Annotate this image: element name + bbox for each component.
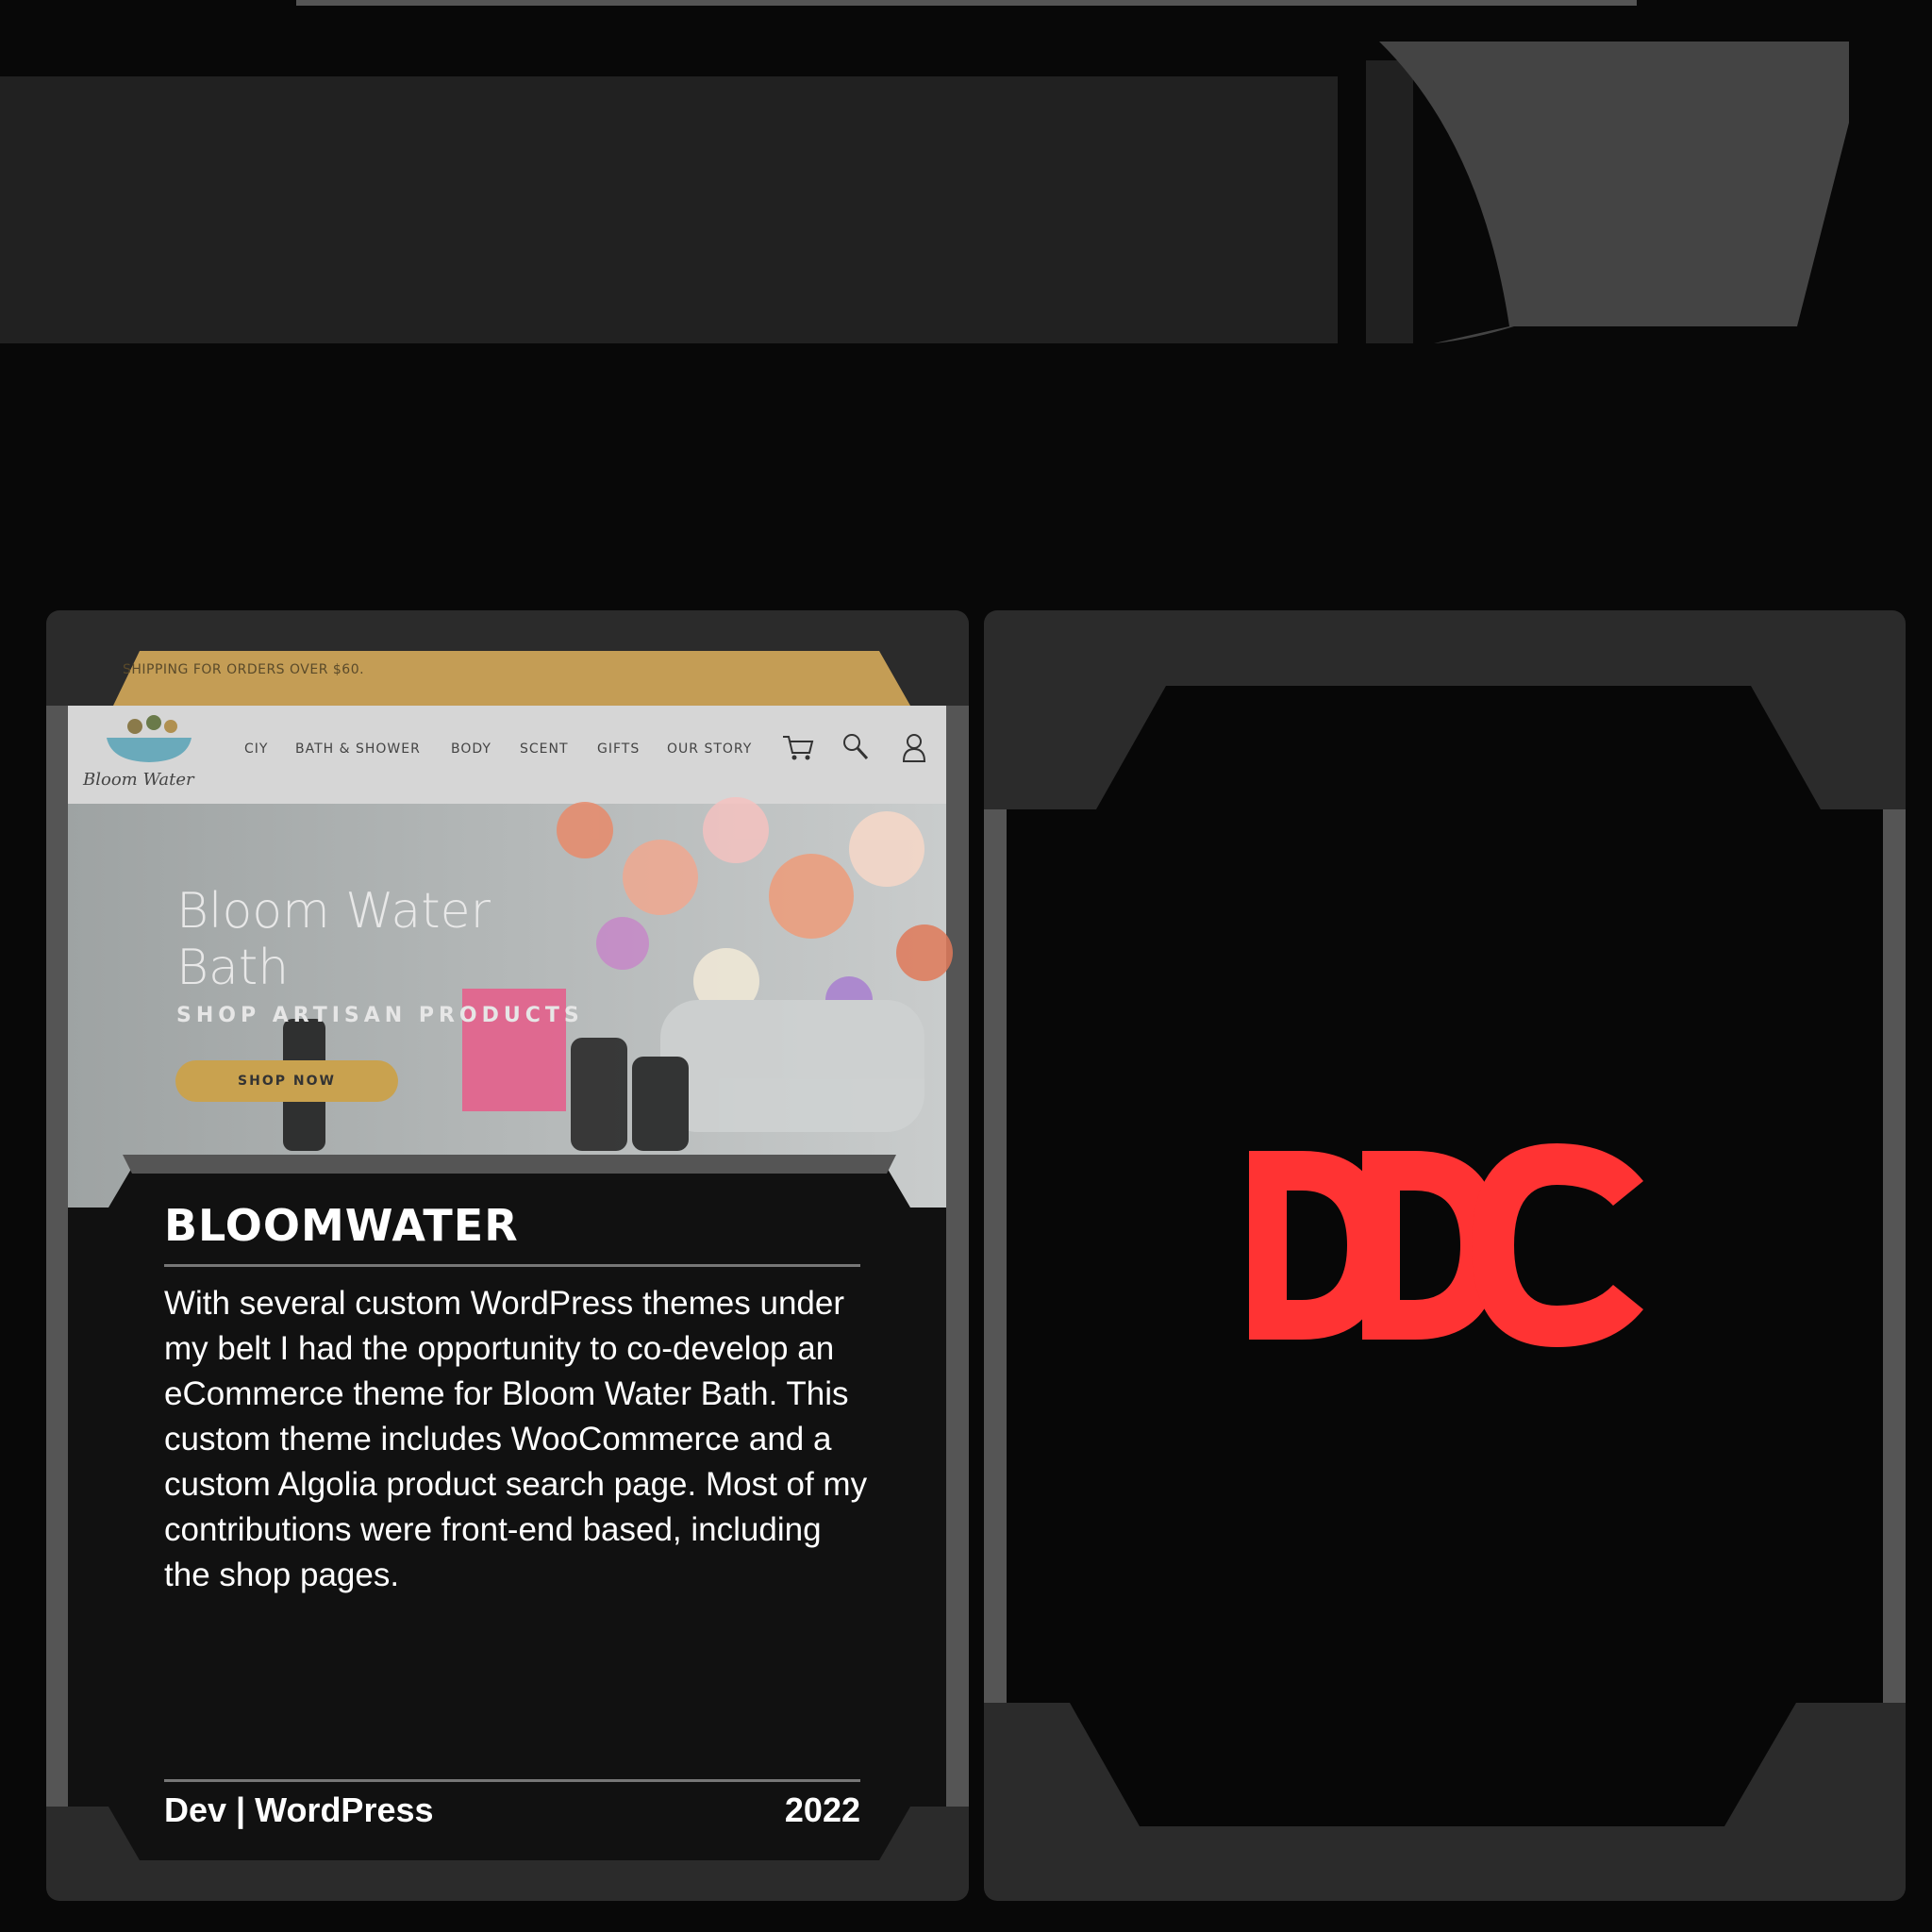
footer-divider bbox=[164, 1779, 860, 1782]
shop-now-button[interactable]: SHOP NOW bbox=[175, 1060, 398, 1102]
ddc-logo bbox=[1249, 1143, 1643, 1347]
nav-scent[interactable]: SCENT bbox=[520, 741, 569, 757]
nav-bath-shower[interactable]: BATH & SHOWER bbox=[295, 741, 421, 757]
hero-subtitle: SHOP ARTISAN PRODUCTS bbox=[176, 1004, 584, 1027]
nav-body[interactable]: BODY bbox=[451, 741, 491, 757]
title-divider bbox=[164, 1264, 860, 1267]
account-icon[interactable] bbox=[900, 732, 928, 764]
project-title: BLOOMWATER bbox=[164, 1200, 519, 1251]
project-tags: Dev | WordPress bbox=[164, 1790, 434, 1829]
nav-our-story[interactable]: OUR STORY bbox=[667, 741, 752, 757]
cart-icon[interactable] bbox=[781, 734, 815, 762]
bathtub-icon bbox=[107, 715, 192, 762]
project-year: 2022 bbox=[784, 1790, 860, 1829]
bloom-water-logo[interactable]: Bloom Water bbox=[83, 709, 206, 794]
nav-gifts[interactable]: GIFTS bbox=[597, 741, 640, 757]
nav-ciy[interactable]: CIY bbox=[244, 741, 268, 757]
hero-title: Bloom Water Bath bbox=[176, 883, 491, 996]
shipping-banner: SHIPPING FOR ORDERS OVER $60. bbox=[123, 662, 365, 677]
project-description: With several custom WordPress themes und… bbox=[164, 1285, 868, 1593]
search-icon[interactable] bbox=[841, 732, 870, 762]
